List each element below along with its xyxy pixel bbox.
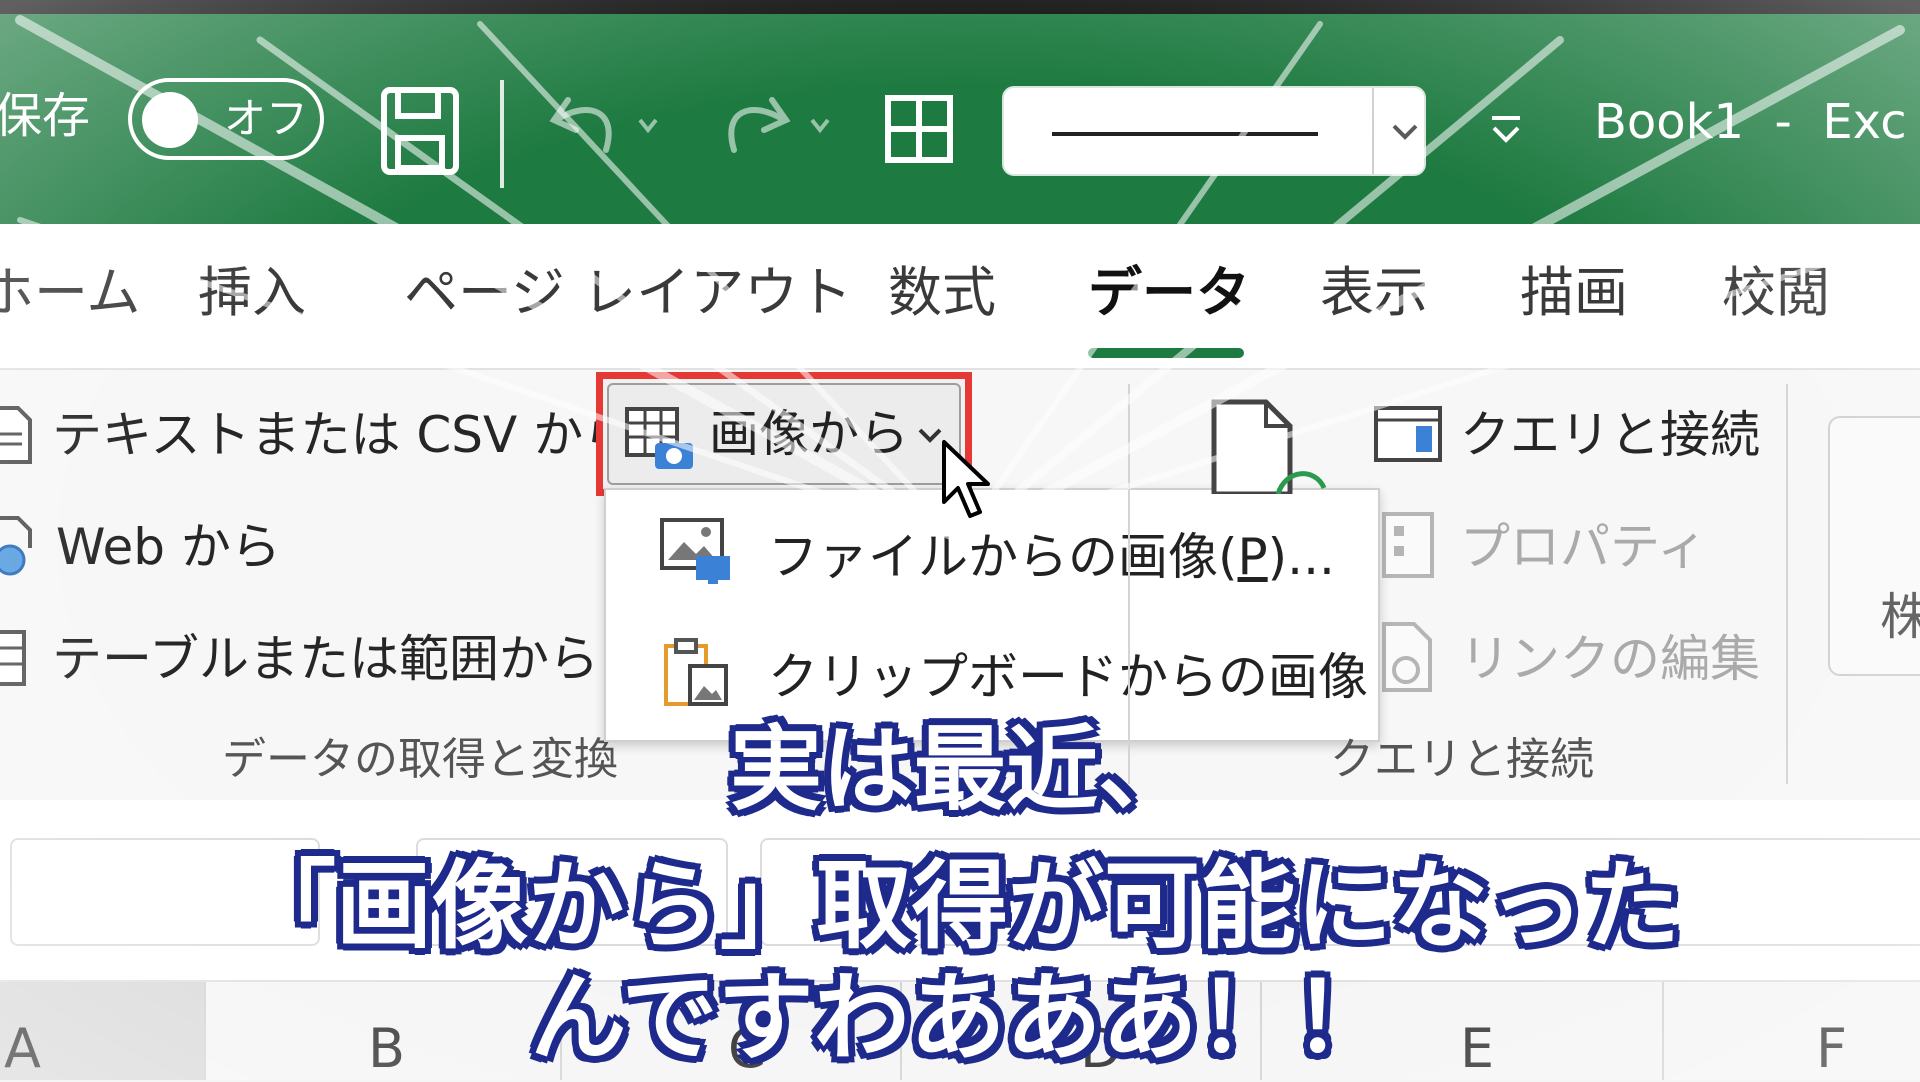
undo-icon[interactable]	[548, 90, 668, 170]
customize-toolbar-icon[interactable]	[1486, 110, 1526, 150]
image-table-icon	[625, 407, 693, 469]
tab-home[interactable]: ホーム	[0, 266, 140, 320]
floppy-disk-icon[interactable]	[380, 86, 460, 176]
tab-review[interactable]: 校閲	[1722, 266, 1830, 320]
tab-data[interactable]: データ	[1088, 266, 1250, 320]
active-tab-indicator	[1088, 348, 1244, 358]
format-combo-box[interactable]	[1002, 86, 1426, 176]
menu-accelerator-key: P	[1237, 528, 1268, 586]
caption-line-2: 「画像から」取得が可能になった	[240, 850, 1680, 962]
document-title: Book1 - Exc	[1594, 94, 1907, 150]
from-text-csv-button[interactable]: テキストまたは CSV から	[52, 410, 633, 460]
queries-connections-button[interactable]: クエリと接続	[1460, 410, 1760, 460]
ribbon-tabs: ホーム 挿入 ページ レイアウト 数式 データ 表示 描画 校閲	[0, 224, 1920, 368]
combo-divider	[1372, 88, 1374, 174]
image-file-icon	[660, 518, 730, 584]
properties-button[interactable]: プロパティ	[1460, 522, 1707, 572]
chevron-down-icon[interactable]	[1388, 116, 1422, 146]
text-file-icon	[0, 406, 32, 464]
tab-draw[interactable]: 描画	[1520, 266, 1628, 320]
redo-icon[interactable]	[716, 90, 836, 170]
table-range-icon	[0, 630, 26, 686]
from-image-button[interactable]: 画像から	[596, 372, 972, 496]
autosave-toggle[interactable]: オフ	[128, 78, 324, 160]
queries-connections-icon	[1374, 406, 1442, 462]
line-style-preview	[1052, 132, 1318, 136]
from-image-menu: ファイルからの画像(P)... クリップボードからの画像	[604, 488, 1380, 742]
stocks-label: 株	[1880, 588, 1920, 646]
edit-links-button[interactable]: リンクの編集	[1460, 634, 1760, 684]
title-bar: 保存 オフ Book1 - Exc	[0, 14, 1920, 224]
toggle-knob	[142, 92, 198, 148]
menu-item-label: ファイルからの画像(P)...	[768, 532, 1335, 582]
refresh-all-icon[interactable]	[1206, 398, 1330, 494]
mouse-pointer-icon	[942, 440, 990, 518]
web-globe-icon	[0, 516, 32, 576]
menu-item-label: クリップボードからの画像	[768, 648, 1368, 706]
edit-links-icon	[1382, 622, 1432, 692]
table-grid-icon[interactable]	[884, 94, 954, 164]
properties-icon	[1382, 512, 1434, 578]
from-image-label: 画像から	[709, 405, 909, 463]
autosave-state: オフ	[224, 94, 309, 143]
from-table-button[interactable]: テーブルまたは範囲から	[52, 634, 599, 684]
tab-page-layout[interactable]: ページ レイアウト	[404, 266, 852, 320]
tab-insert[interactable]: 挿入	[198, 266, 306, 320]
from-web-button[interactable]: Web から	[56, 522, 281, 572]
top-dark-strip	[0, 0, 1920, 14]
toolbar-separator	[500, 80, 504, 188]
caption-line-3: んですわあああ！！	[530, 962, 1390, 1074]
tab-view[interactable]: 表示	[1320, 266, 1428, 320]
caption-line-1: 実は最近、	[729, 716, 1190, 823]
autosave-label: 保存	[0, 88, 91, 144]
tab-formulas[interactable]: 数式	[888, 266, 996, 320]
clipboard-image-icon	[664, 638, 728, 706]
menu-label-prefix: ファイルからの画像(	[768, 528, 1238, 586]
menu-label-suffix: )...	[1267, 528, 1335, 586]
